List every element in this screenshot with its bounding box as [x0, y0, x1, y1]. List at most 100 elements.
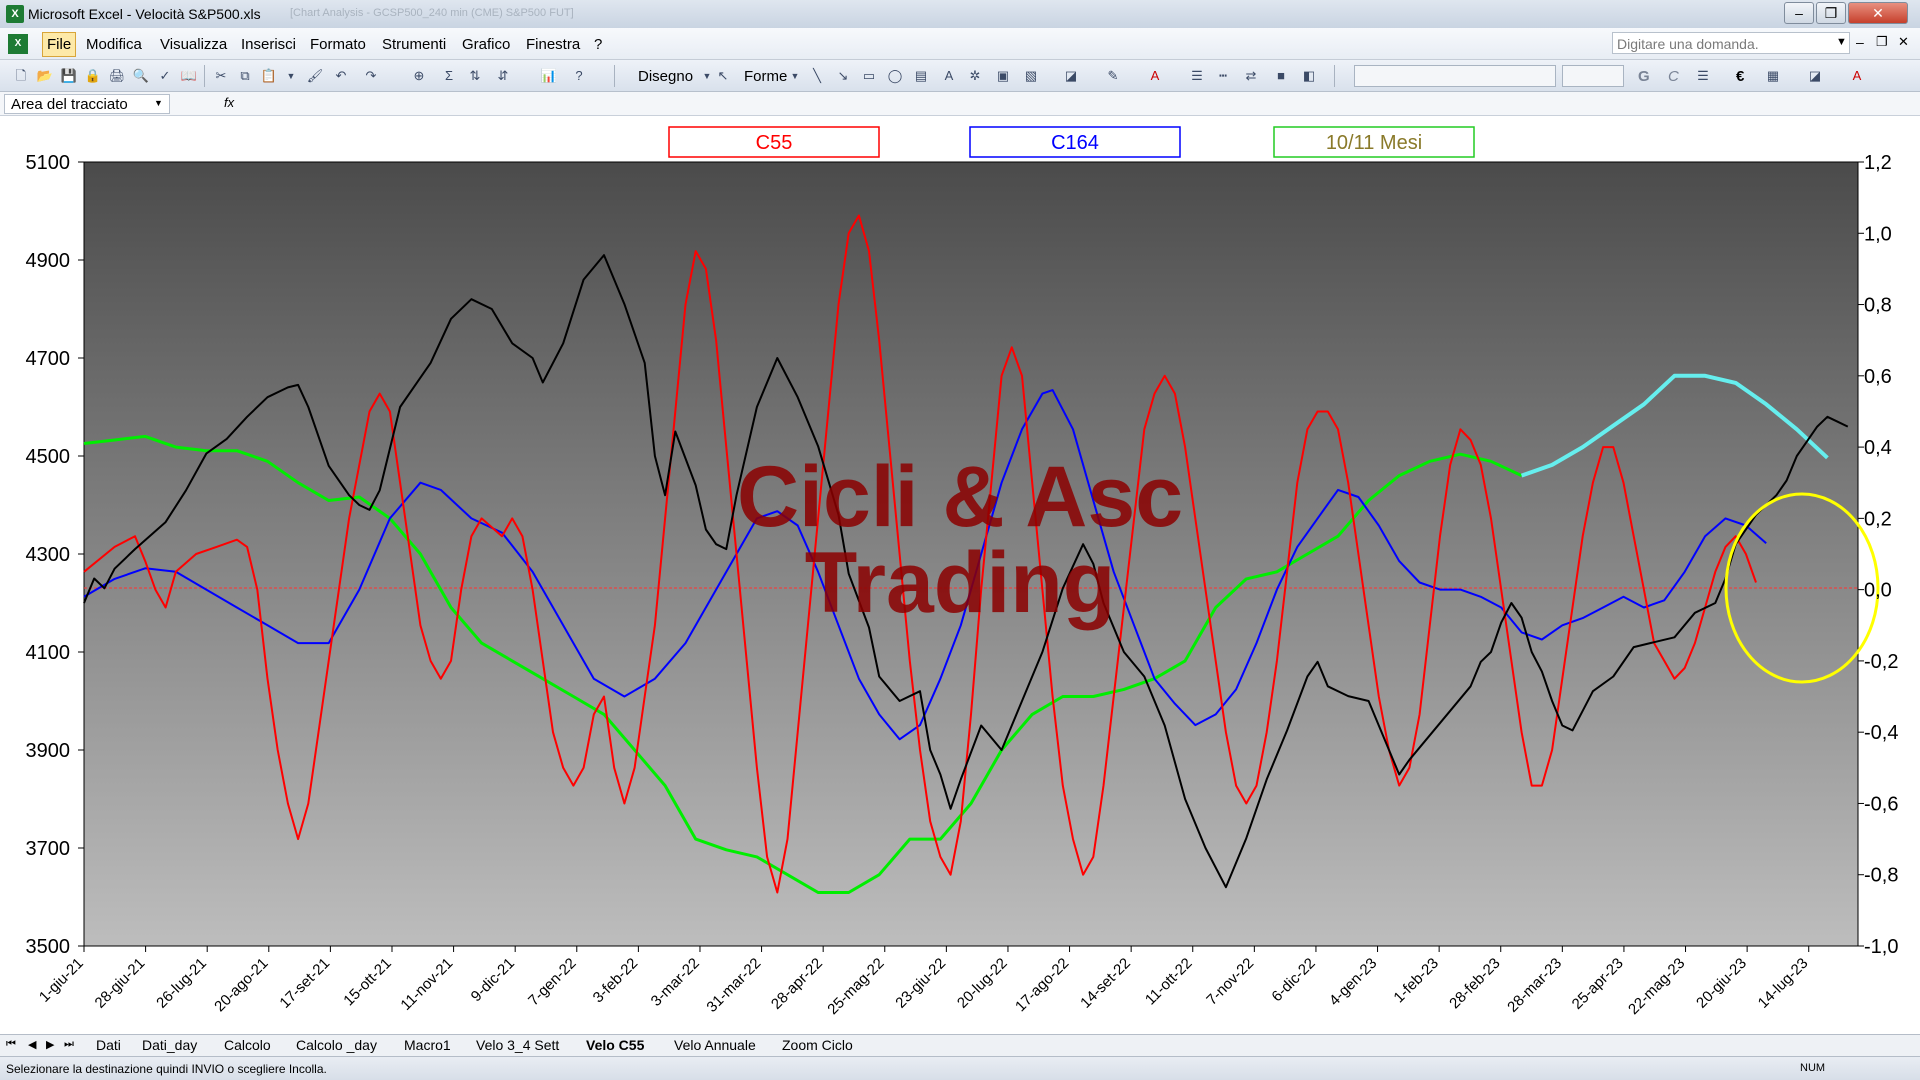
close-button[interactable]: ✕ — [1848, 2, 1908, 24]
tab-macro1[interactable]: Macro1 — [404, 1035, 451, 1055]
new-icon[interactable]: 🗋 — [12, 67, 30, 85]
tab-dati[interactable]: Dati — [96, 1035, 121, 1055]
menu-file[interactable]: File — [42, 32, 77, 57]
textbox-icon[interactable]: ▤ — [912, 67, 930, 85]
print-icon[interactable]: 🖨 — [108, 67, 126, 85]
first-sheet-icon[interactable]: ⏮ — [6, 1038, 16, 1051]
menu-help[interactable]: ? — [594, 36, 602, 53]
x-tick-label: 22-mag-23 — [1625, 955, 1688, 1018]
chart-svg[interactable]: Cicli & Asc Trading C55 C164 10/11 Mesi … — [0, 116, 1920, 1034]
close-icon: ✕ — [1872, 5, 1884, 21]
paste-icon[interactable]: 📋 — [260, 67, 278, 85]
left-tick-label: 3700 — [26, 838, 71, 860]
chart-area[interactable]: Cicli & Asc Trading C55 C164 10/11 Mesi … — [0, 116, 1920, 1034]
borders-icon[interactable]: ▦ — [1764, 67, 1782, 85]
x-tick-label: 25-apr-23 — [1569, 955, 1627, 1013]
window-title: Microsoft Excel - Velocità S&P500.xls — [28, 6, 261, 22]
select-objects-icon[interactable]: ↖ — [714, 67, 732, 85]
right-tick-label: 0,2 — [1864, 508, 1892, 530]
font-name-combo[interactable] — [1354, 65, 1556, 87]
menu-finestra[interactable]: Finestra — [526, 36, 580, 53]
hyperlink-icon[interactable]: ⊕ — [410, 67, 428, 85]
chevron-down-icon[interactable]: ▼ — [282, 67, 300, 85]
save-icon[interactable]: 💾 — [60, 67, 78, 85]
font-color-icon[interactable]: A — [1146, 67, 1164, 85]
fill-color-icon[interactable]: ◪ — [1062, 67, 1080, 85]
research-icon[interactable]: 📖 — [180, 67, 198, 85]
arrow-icon[interactable]: ↘ — [834, 67, 852, 85]
toolbar-separator — [1334, 65, 1335, 87]
status-text: Selezionare la destinazione quindi INVIO… — [6, 1062, 327, 1076]
picture-icon[interactable]: ▧ — [1022, 67, 1040, 85]
chart-wizard-icon[interactable]: 📊 — [540, 67, 558, 85]
tab-dati-day[interactable]: Dati_day — [142, 1035, 197, 1055]
toolbar-separator — [204, 65, 205, 87]
minimize-button[interactable]: – — [1784, 2, 1814, 24]
num-lock-indicator: NUM — [1800, 1062, 1826, 1074]
workbook-icon[interactable]: X — [8, 34, 28, 54]
wordart-icon[interactable]: A — [940, 67, 958, 85]
bold-button[interactable]: G — [1638, 68, 1650, 85]
doc-restore-icon[interactable]: ❐ — [1876, 34, 1888, 50]
spelling-icon[interactable]: ✓ — [156, 67, 174, 85]
prev-sheet-icon[interactable]: ◀ — [28, 1038, 36, 1051]
chevron-down-icon[interactable]: ▼ — [154, 98, 163, 108]
question-input[interactable]: Digitare una domanda. — [1612, 32, 1850, 54]
doc-minimize-icon[interactable]: – — [1856, 34, 1864, 50]
rectangle-icon[interactable]: ▭ — [860, 67, 878, 85]
x-tick-label: 11-nov-21 — [397, 955, 456, 1014]
clipart-icon[interactable]: ▣ — [994, 67, 1012, 85]
diagram-icon[interactable]: ✲ — [966, 67, 984, 85]
copy-icon[interactable]: ⧉ — [236, 67, 254, 85]
menu-formato[interactable]: Formato — [310, 36, 366, 53]
tab-calcolo[interactable]: Calcolo — [224, 1035, 271, 1055]
tab-calcolo-day[interactable]: Calcolo _day — [296, 1035, 377, 1055]
menu-strumenti[interactable]: Strumenti — [382, 36, 446, 53]
menu-visualizza[interactable]: Visualizza — [160, 36, 227, 53]
tab-zoom-ciclo[interactable]: Zoom Ciclo — [782, 1035, 853, 1055]
fill-color-icon[interactable]: ◪ — [1806, 67, 1824, 85]
sort-descending-icon[interactable]: ⇵ — [494, 67, 512, 85]
name-box[interactable]: Area del tracciato — [4, 94, 170, 114]
italic-button[interactable]: C — [1668, 68, 1679, 85]
oval-icon[interactable]: ◯ — [886, 67, 904, 85]
chevron-down-icon[interactable]: ▼ — [786, 67, 804, 85]
disegno-menu[interactable]: Disegno — [638, 68, 693, 85]
tab-velo-annuale[interactable]: Velo Annuale — [674, 1035, 756, 1055]
euro-button[interactable]: € — [1736, 68, 1744, 85]
autosum-icon[interactable]: Σ — [440, 67, 458, 85]
shadow-icon[interactable]: ■ — [1272, 67, 1290, 85]
format-painter-icon[interactable]: 🖌 — [306, 67, 324, 85]
open-icon[interactable]: 📂 — [36, 67, 54, 85]
help-icon[interactable]: ? — [570, 67, 588, 85]
print-preview-icon[interactable]: 🔍 — [132, 67, 150, 85]
align-icon[interactable]: ☰ — [1694, 67, 1712, 85]
3d-icon[interactable]: ◧ — [1300, 67, 1318, 85]
chevron-down-icon[interactable]: ▼ — [1836, 36, 1847, 48]
tab-velo-c55[interactable]: Velo C55 — [586, 1035, 644, 1055]
restore-button[interactable]: ❐ — [1816, 2, 1846, 24]
menu-modifica[interactable]: Modifica — [86, 36, 142, 53]
doc-close-icon[interactable]: ✕ — [1898, 34, 1909, 50]
x-tick-label: 28-feb-23 — [1446, 955, 1503, 1012]
last-sheet-icon[interactable]: ⏭ — [64, 1038, 74, 1051]
cut-icon[interactable]: ✂ — [212, 67, 230, 85]
font-color-icon[interactable]: A — [1848, 67, 1866, 85]
sort-ascending-icon[interactable]: ⇅ — [466, 67, 484, 85]
x-tick-label: 1-giu-21 — [36, 955, 87, 1006]
tab-velo-3-4-sett[interactable]: Velo 3_4 Sett — [476, 1035, 559, 1055]
menu-inserisci[interactable]: Inserisci — [241, 36, 296, 53]
forme-menu[interactable]: Forme — [744, 68, 787, 85]
permission-icon[interactable]: 🔒 — [84, 67, 102, 85]
line-style-icon[interactable]: ☰ — [1188, 67, 1206, 85]
line-icon[interactable]: ╲ — [808, 67, 826, 85]
font-size-combo[interactable] — [1562, 65, 1624, 87]
dash-style-icon[interactable]: ┅ — [1214, 67, 1232, 85]
arrow-style-icon[interactable]: ⇄ — [1242, 67, 1260, 85]
next-sheet-icon[interactable]: ▶ — [46, 1038, 54, 1051]
line-color-icon[interactable]: ✎ — [1104, 67, 1122, 85]
fx-icon[interactable]: fx — [224, 95, 234, 110]
redo-icon[interactable]: ↷ — [362, 67, 380, 85]
undo-icon[interactable]: ↶ — [332, 67, 350, 85]
menu-grafico[interactable]: Grafico — [462, 36, 510, 53]
